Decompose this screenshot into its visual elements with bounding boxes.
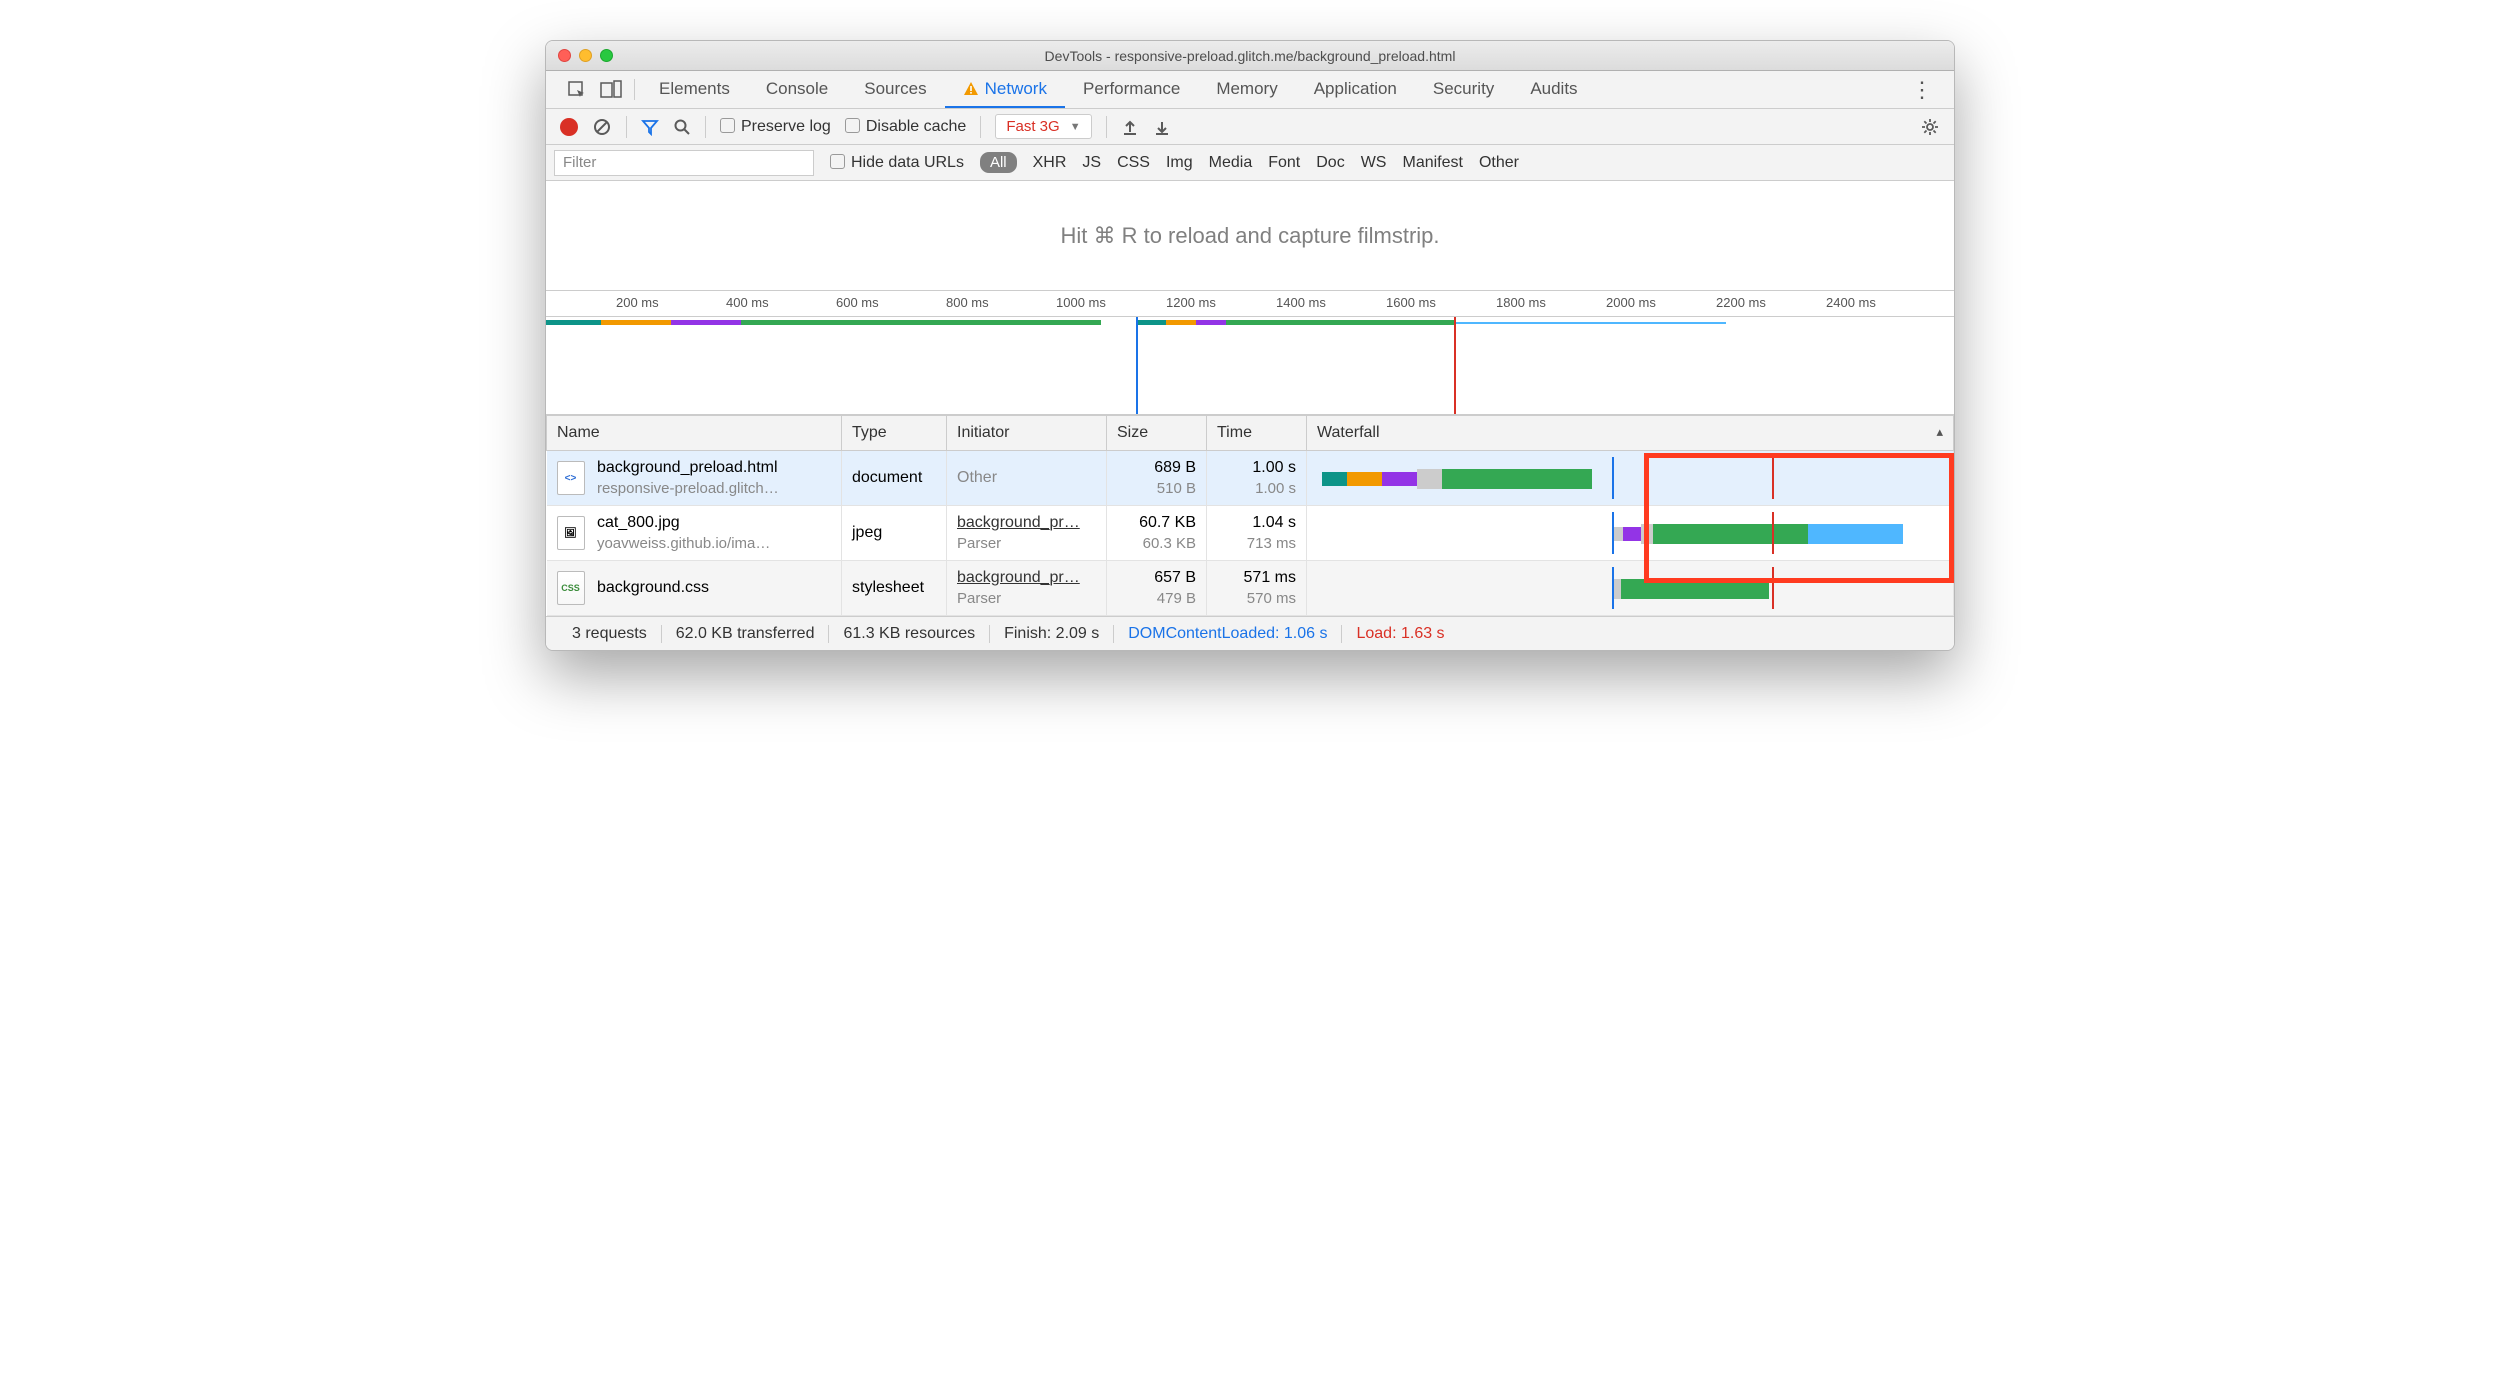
status-bar: 3 requests 62.0 KB transferred 61.3 KB r… [546,616,1954,650]
filter-css[interactable]: CSS [1117,154,1150,172]
filter-other[interactable]: Other [1479,154,1519,172]
filter-xhr[interactable]: XHR [1033,154,1067,172]
filter-input[interactable] [554,150,814,176]
search-icon[interactable] [673,118,691,136]
stylesheet-icon: CSS [557,571,585,605]
tab-console[interactable]: Console [748,71,846,108]
preserve-log-checkbox[interactable]: Preserve log [720,118,831,136]
tab-memory[interactable]: Memory [1198,71,1295,108]
waterfall-bar [1317,567,1943,609]
filter-js[interactable]: JS [1082,154,1101,172]
tab-sources[interactable]: Sources [846,71,944,108]
request-name: background.css [597,578,709,599]
request-row[interactable]: CSS background.css stylesheet background… [547,561,1954,616]
col-size[interactable]: Size [1107,416,1207,451]
filmstrip-hint: Hit ⌘ R to reload and capture filmstrip. [546,181,1954,291]
status-finish: Finish: 2.09 s [990,625,1114,643]
timeline-axis[interactable]: 200 ms 400 ms 600 ms 800 ms 1000 ms 1200… [546,291,1954,317]
image-icon: 🖼 [557,516,585,550]
waterfall-bar [1317,457,1943,499]
warning-icon [963,81,979,97]
filter-img[interactable]: Img [1166,154,1193,172]
tab-security[interactable]: Security [1415,71,1512,108]
devtools-window: DevTools - responsive-preload.glitch.me/… [545,40,1955,651]
network-toolbar: Preserve log Disable cache Fast 3G▼ [546,109,1954,145]
request-row[interactable]: 🖼 cat_800.jpg yoavweiss.github.io/ima… j… [547,506,1954,561]
filter-all[interactable]: All [980,152,1017,173]
tab-application[interactable]: Application [1296,71,1415,108]
hide-data-urls-checkbox[interactable]: Hide data URLs [830,154,964,172]
titlebar: DevTools - responsive-preload.glitch.me/… [546,41,1954,71]
export-har-icon[interactable] [1121,118,1139,136]
request-row[interactable]: <> background_preload.html responsive-pr… [547,451,1954,506]
device-toolbar-icon[interactable] [594,71,628,108]
status-load: Load: 1.63 s [1342,625,1458,643]
request-name: cat_800.jpg [597,513,770,534]
status-requests: 3 requests [558,625,662,643]
tab-elements[interactable]: Elements [641,71,748,108]
col-time[interactable]: Time [1207,416,1307,451]
status-resources: 61.3 KB resources [829,625,990,643]
tab-network[interactable]: Network [945,71,1065,108]
more-menu-icon[interactable]: ⋮ [1904,71,1940,108]
record-button[interactable] [560,118,578,136]
request-table: Name Type Initiator Size Time Waterfall … [546,415,1954,616]
filter-font[interactable]: Font [1268,154,1300,172]
filter-manifest[interactable]: Manifest [1402,154,1462,172]
document-icon: <> [557,461,585,495]
status-dcl: DOMContentLoaded: 1.06 s [1114,625,1342,643]
disable-cache-checkbox[interactable]: Disable cache [845,118,967,136]
request-domain: responsive-preload.glitch… [597,479,779,499]
settings-icon[interactable] [1920,117,1940,137]
request-name: background_preload.html [597,458,779,479]
filter-toggle-icon[interactable] [641,118,659,136]
window-title: DevTools - responsive-preload.glitch.me/… [546,48,1954,64]
inspect-element-icon[interactable] [560,71,594,108]
request-table-wrapper: Name Type Initiator Size Time Waterfall … [546,415,1954,616]
col-name[interactable]: Name [547,416,842,451]
import-har-icon[interactable] [1153,118,1171,136]
col-type[interactable]: Type [842,416,947,451]
col-waterfall[interactable]: Waterfall [1307,416,1954,451]
clear-icon[interactable] [592,117,612,137]
chevron-down-icon: ▼ [1070,121,1081,133]
filter-doc[interactable]: Doc [1316,154,1344,172]
status-transferred: 62.0 KB transferred [662,625,830,643]
filter-media[interactable]: Media [1209,154,1253,172]
throttling-select[interactable]: Fast 3G▼ [995,114,1091,139]
col-initiator[interactable]: Initiator [947,416,1107,451]
tab-audits[interactable]: Audits [1512,71,1595,108]
tab-performance[interactable]: Performance [1065,71,1198,108]
waterfall-bar [1317,512,1943,554]
request-domain: yoavweiss.github.io/ima… [597,534,770,554]
panel-tabs: Elements Console Sources Network Perform… [546,71,1954,109]
timeline-overview[interactable] [546,317,1954,415]
filter-ws[interactable]: WS [1361,154,1387,172]
filter-bar: Hide data URLs All XHR JS CSS Img Media … [546,145,1954,181]
